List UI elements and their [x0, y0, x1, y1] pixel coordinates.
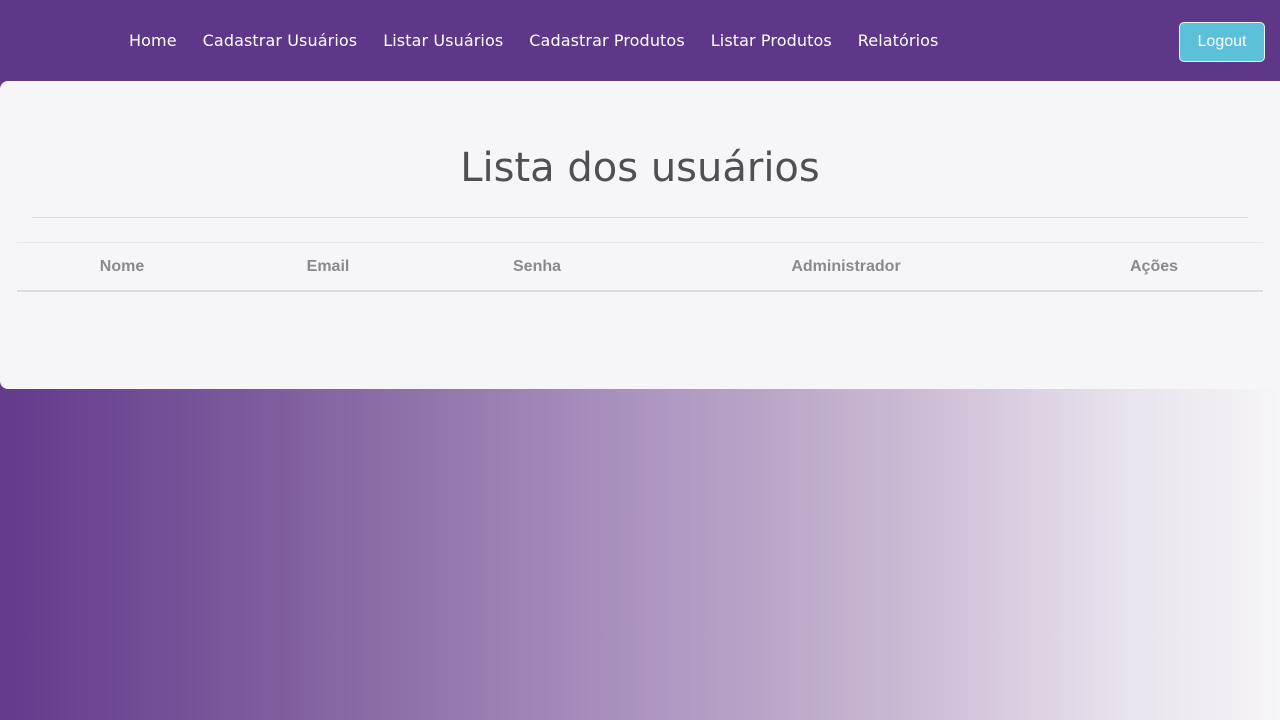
- users-list-card: Lista dos usuários Nome Email Senha Admi…: [0, 81, 1280, 389]
- nav-link-relatorios[interactable]: Relatórios: [858, 31, 939, 50]
- users-table: Nome Email Senha Administrador Ações: [17, 242, 1263, 292]
- column-header-senha: Senha: [512, 258, 562, 275]
- column-header-acoes: Ações: [1129, 258, 1179, 275]
- page-title: Lista dos usuários: [460, 145, 820, 191]
- nav-links: Home Cadastrar Usuários Listar Usuários …: [129, 0, 938, 81]
- column-header-administrador: Administrador: [791, 258, 901, 275]
- logout-button[interactable]: Logout: [1179, 22, 1265, 62]
- column-header-email: Email: [306, 258, 350, 275]
- navbar: Home Cadastrar Usuários Listar Usuários …: [0, 0, 1280, 81]
- nav-link-listar-produtos[interactable]: Listar Produtos: [711, 31, 832, 50]
- nav-link-home[interactable]: Home: [129, 31, 177, 50]
- nav-link-listar-usuarios[interactable]: Listar Usuários: [383, 31, 503, 50]
- nav-link-cadastrar-usuarios[interactable]: Cadastrar Usuários: [203, 31, 358, 50]
- nav-link-cadastrar-produtos[interactable]: Cadastrar Produtos: [529, 31, 684, 50]
- column-header-nome: Nome: [99, 258, 145, 275]
- title-divider: [32, 217, 1248, 218]
